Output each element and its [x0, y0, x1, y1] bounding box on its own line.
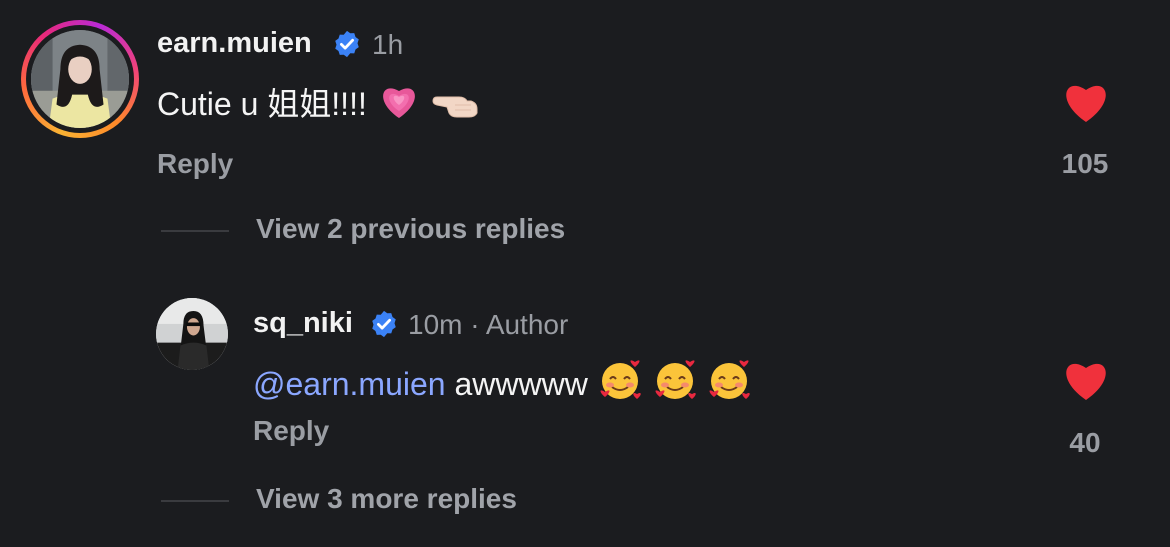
view-more-replies-button[interactable]: View 3 more replies	[256, 483, 517, 515]
comment-body: Cutie u 姐姐!!!!	[157, 79, 481, 129]
like-heart-icon[interactable]	[1061, 80, 1111, 124]
mention-link[interactable]: @earn.muien	[253, 366, 446, 402]
avatar-sq-niki[interactable]	[156, 298, 228, 370]
author-label: Author	[485, 309, 569, 340]
story-ring[interactable]	[21, 20, 139, 138]
comment-text: Cutie u 姐姐!!!!	[157, 86, 367, 122]
pointing-hand-icon	[431, 81, 481, 129]
verified-badge-icon	[335, 30, 359, 58]
reply-body: @earn.muien awwwww	[253, 359, 752, 409]
smiling-face-with-hearts-icon	[599, 359, 643, 409]
comment-username[interactable]: earn.muien	[157, 27, 312, 60]
view-previous-replies-button[interactable]: View 2 previous replies	[256, 213, 565, 245]
smiling-face-with-hearts-icon	[708, 359, 752, 409]
reply-timestamp: 10m	[408, 309, 463, 340]
like-count: 105	[1061, 148, 1109, 179]
comment-timestamp: 1h	[372, 29, 404, 60]
thread-divider	[161, 230, 229, 232]
avatar-earn-muien	[31, 30, 129, 128]
meta-separator: ·	[470, 309, 480, 340]
verified-badge-icon	[372, 310, 396, 338]
growing-heart-icon	[378, 81, 420, 129]
smiling-face-with-hearts-icon	[654, 359, 698, 409]
reply-meta: 10m · Author	[408, 309, 568, 341]
thread-divider	[161, 500, 229, 502]
reply-button[interactable]: Reply	[157, 148, 233, 180]
reply-username[interactable]: sq_niki	[253, 307, 353, 340]
reply-button[interactable]: Reply	[253, 415, 329, 447]
comments-section: earn.muien 1h Cutie u 姐姐!!!! Reply 105 V…	[0, 0, 1170, 547]
like-heart-icon[interactable]	[1061, 358, 1111, 402]
reply-text: awwwww	[454, 366, 588, 402]
like-count: 40	[1069, 427, 1101, 458]
